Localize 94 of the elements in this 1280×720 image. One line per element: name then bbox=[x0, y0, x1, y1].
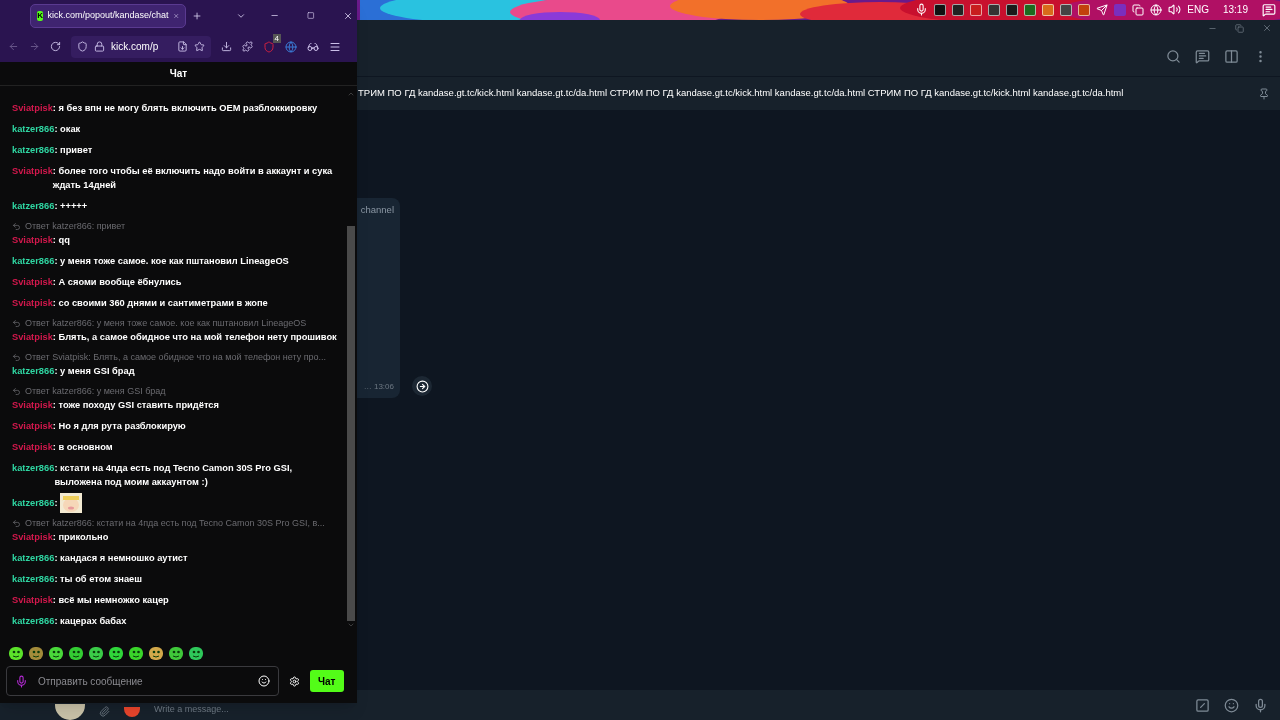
language-indicator[interactable]: ENG bbox=[1187, 2, 1209, 17]
pin-icon[interactable] bbox=[1258, 87, 1270, 100]
sidebar-icon[interactable] bbox=[1224, 48, 1239, 64]
reply-icon bbox=[12, 519, 21, 528]
tab-title: kick.com/popout/kandase/chat bbox=[47, 8, 169, 22]
username[interactable]: Sviatpisk bbox=[12, 530, 53, 544]
mic-icon[interactable] bbox=[15, 674, 28, 688]
reply-icon bbox=[12, 222, 21, 231]
username[interactable]: Sviatpisk bbox=[12, 330, 53, 344]
emoji-icon[interactable] bbox=[1224, 697, 1239, 713]
extensions-icon[interactable] bbox=[242, 41, 253, 52]
message-text: : более того чтобы её включить надо войти в аккаунт и сука ждать 14дней bbox=[52, 165, 334, 192]
message-text: : привет bbox=[54, 144, 94, 157]
favicon: K bbox=[37, 10, 44, 21]
address-bar[interactable]: kick.com/p bbox=[71, 35, 211, 58]
clock[interactable]: 13:19 bbox=[1222, 2, 1248, 17]
message-text: : всё мы немножко кацер bbox=[52, 594, 170, 607]
reply-preview[interactable]: Ответ katzer866: у меня GSI брад bbox=[25, 385, 166, 398]
reply-icon bbox=[12, 387, 21, 396]
commands-icon[interactable] bbox=[1195, 697, 1210, 713]
reply-preview[interactable]: Ответ katzer866: кстати на 4пда есть под Tecno Camon 30S Pro GSI, в... bbox=[25, 517, 325, 530]
download-icon[interactable] bbox=[221, 41, 232, 52]
glasses-icon[interactable] bbox=[307, 40, 319, 53]
message-text: : у меня тоже самое. кое как пштановил LineageOS bbox=[54, 255, 290, 268]
message-text: : у меня GSI брад bbox=[54, 365, 136, 378]
avatar[interactable] bbox=[55, 704, 85, 720]
message-text: : кстати на 4пда есть под Tecno Camon 30S Pro GSI, выложена под моим аккаунтом :) bbox=[54, 462, 294, 489]
reply-preview[interactable]: Ответ Sviatpisk: Блять, а самое обидное что на мой телефон нету про... bbox=[25, 351, 327, 364]
emote-icon[interactable] bbox=[188, 645, 204, 661]
globe-icon[interactable] bbox=[285, 40, 297, 53]
download-icon[interactable] bbox=[177, 41, 188, 52]
username[interactable]: Sviatpisk bbox=[12, 275, 53, 289]
notification-icon[interactable] bbox=[1262, 2, 1276, 17]
volume-icon[interactable] bbox=[1168, 3, 1182, 16]
settings-icon[interactable] bbox=[289, 675, 300, 687]
mic-icon[interactable] bbox=[1253, 697, 1268, 713]
reload-icon[interactable] bbox=[50, 41, 61, 52]
attach-icon[interactable] bbox=[99, 706, 110, 717]
message-text: : тоже походу GSI ставить придётся bbox=[52, 399, 220, 412]
username[interactable]: Sviatpisk bbox=[12, 101, 53, 115]
message-text: : со своими 360 днями и сантиметрами в жопе bbox=[52, 297, 269, 310]
message-text: : окак bbox=[54, 123, 82, 136]
url-text: kick.com/p bbox=[111, 40, 160, 54]
username[interactable]: Sviatpisk bbox=[12, 593, 53, 607]
emote-icon[interactable] bbox=[168, 645, 184, 661]
emote-icon[interactable] bbox=[8, 645, 24, 661]
message-text: channel bbox=[360, 203, 394, 217]
browser-tab[interactable]: K kick.com/popout/kandase/chat bbox=[30, 3, 186, 28]
reply-icon bbox=[12, 353, 21, 362]
emote-icon[interactable] bbox=[128, 645, 144, 661]
message-text: : прикольно bbox=[52, 531, 110, 544]
message-time: … 13:06 bbox=[363, 381, 394, 393]
emote-icon[interactable] bbox=[108, 645, 124, 661]
message-text: : bbox=[54, 497, 58, 510]
maximize-icon[interactable] bbox=[307, 11, 315, 20]
message-text: : ты об етом знаеш bbox=[54, 573, 143, 586]
message-text: : кацерах бабах bbox=[54, 615, 128, 628]
emote-icon[interactable] bbox=[148, 645, 164, 661]
forward-icon[interactable] bbox=[415, 379, 429, 393]
username[interactable]: Sviatpisk bbox=[12, 419, 53, 433]
emote-icon[interactable] bbox=[48, 645, 64, 661]
input-placeholder: Отправить сообщение bbox=[38, 674, 144, 689]
message-text: : кандася я немношко аутист bbox=[54, 552, 189, 565]
chat-title: Чат bbox=[169, 67, 188, 81]
message-text: : Блять, а самое обидное что на мой телефон нету прошивок bbox=[52, 331, 338, 344]
search-icon[interactable] bbox=[1166, 48, 1181, 64]
reply-icon bbox=[12, 319, 21, 328]
emote-icon[interactable] bbox=[28, 645, 44, 661]
reply-preview[interactable]: Ответ katzer866: привет bbox=[25, 220, 126, 233]
message-text: : +++++ bbox=[54, 200, 89, 213]
message-text: : qq bbox=[52, 234, 71, 247]
send-button[interactable]: Чат bbox=[310, 670, 344, 692]
username[interactable]: Sviatpisk bbox=[12, 398, 53, 412]
send-icon[interactable] bbox=[1096, 3, 1109, 16]
emote-icon[interactable] bbox=[68, 645, 84, 661]
message-input[interactable]: Отправить сообщение bbox=[6, 666, 279, 696]
username[interactable]: Sviatpisk bbox=[12, 233, 53, 247]
lock-icon bbox=[94, 41, 105, 52]
menu-icon[interactable] bbox=[329, 40, 341, 53]
shield-icon bbox=[77, 41, 88, 52]
username[interactable]: Sviatpisk bbox=[12, 164, 53, 178]
chat-icon[interactable] bbox=[1195, 48, 1210, 64]
badge: 4 bbox=[272, 33, 281, 43]
reply-preview[interactable]: Ответ katzer866: у меня тоже самое. кое как пштановил LineageOS bbox=[25, 317, 307, 330]
star-icon[interactable] bbox=[194, 41, 205, 52]
display-icon[interactable] bbox=[1132, 3, 1145, 16]
message-text: : А сяоми вообще ёбнулись bbox=[52, 276, 183, 289]
message-text: : в основном bbox=[52, 441, 114, 454]
message-text: : я без впн не могу блять включить OEM разблоккировку bbox=[52, 102, 319, 115]
username[interactable]: Sviatpisk bbox=[12, 296, 53, 310]
message-text: : Но я для рута разблокирую bbox=[52, 420, 187, 433]
emote-icon[interactable] bbox=[88, 645, 104, 661]
username[interactable]: Sviatpisk bbox=[12, 440, 53, 454]
mic-icon[interactable] bbox=[915, 3, 929, 16]
